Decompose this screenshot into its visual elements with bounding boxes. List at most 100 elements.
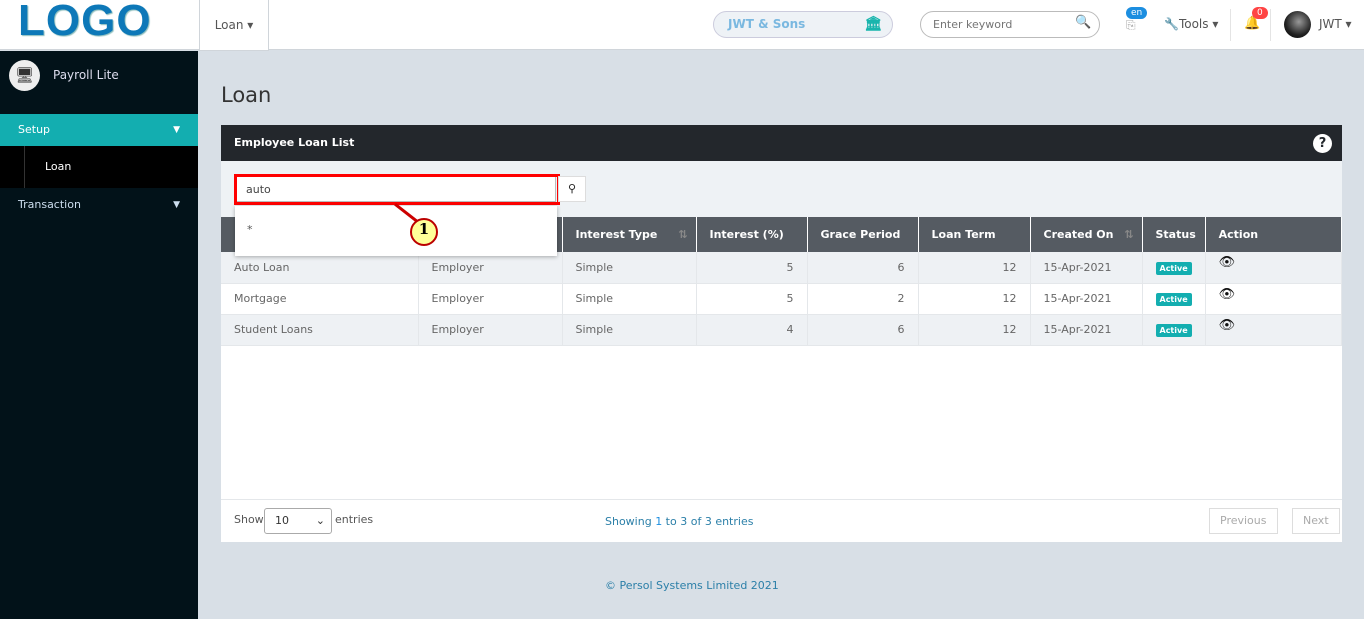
- info-text: to 3 of 3 entries: [662, 515, 754, 528]
- header-label: Interest Type: [575, 228, 658, 241]
- table-row: Mortgage Employer Simple 5 2 12 15-Apr-2021 Act…: [221, 283, 1343, 315]
- autocomplete-dropdown: *: [235, 206, 557, 256]
- column-header-interest-type[interactable]: Interest Type ⇅: [562, 217, 697, 252]
- table-cell: Employer: [418, 283, 563, 315]
- table-cell: 15-Apr-2021: [1030, 252, 1143, 284]
- top-bar: LOGO Loan ▾ JWT & Sons🏛 🔍 ⎘ en 🔧Tools ▾ …: [0, 0, 1364, 51]
- sort-icon[interactable]: ⇅: [1124, 228, 1133, 241]
- table-cell: Active: [1142, 314, 1206, 346]
- table-cell: 2: [807, 283, 919, 315]
- table-cell: 6: [807, 314, 919, 346]
- sidebar-item-label: Setup: [18, 123, 51, 136]
- loan-menu[interactable]: Loan ▾: [199, 0, 269, 51]
- eye-icon[interactable]: 👁: [1219, 255, 1236, 270]
- action-cell: 👁: [1205, 314, 1343, 346]
- show-label: Show: [234, 513, 264, 526]
- column-header-action: Action: [1205, 217, 1343, 252]
- user-name: JWT: [1319, 17, 1342, 31]
- table-cell: 12: [918, 252, 1031, 284]
- wrench-icon: 🔧: [1164, 17, 1179, 31]
- bank-icon: 🏛: [864, 16, 882, 32]
- info-text: Showing: [605, 515, 656, 528]
- action-cell: 👁: [1205, 283, 1343, 315]
- page-size-value: 10: [275, 514, 289, 527]
- table-cell: 15-Apr-2021: [1030, 283, 1143, 315]
- panel-title: Employee Loan List: [234, 136, 355, 149]
- language-icon[interactable]: ⎘: [1126, 18, 1136, 33]
- caret-down-icon: ▼: [173, 125, 180, 135]
- loan-list-panel: Employee Loan List? Interest Type ⇅ Inter…: [221, 125, 1343, 542]
- page-title: Loan: [221, 83, 272, 107]
- column-header-created-on[interactable]: Created On ⇅: [1030, 217, 1143, 252]
- notification-count: 0: [1252, 7, 1268, 19]
- sidebar-item-label: Loan: [45, 160, 72, 173]
- table-cell: 4: [696, 314, 808, 346]
- divider: [1230, 9, 1231, 41]
- status-badge: Active: [1155, 324, 1192, 337]
- previous-button[interactable]: Previous: [1209, 508, 1278, 534]
- help-icon[interactable]: ?: [1313, 134, 1332, 153]
- status-badge: Active: [1155, 293, 1192, 306]
- table-cell: Student Loans: [221, 314, 419, 346]
- eye-icon[interactable]: 👁: [1219, 318, 1236, 333]
- table-cell: Simple: [562, 252, 697, 284]
- company-name: JWT & Sons: [728, 17, 806, 31]
- table-row: Auto Loan Employer Simple 5 6 12 15-Apr-2021 Ac…: [221, 252, 1343, 284]
- sidebar-item-transaction[interactable]: Transaction ▼: [0, 188, 198, 222]
- user-menu[interactable]: JWT ▾: [1319, 17, 1352, 31]
- entries-label: entries: [335, 513, 374, 526]
- table-cell: Simple: [562, 283, 697, 315]
- column-header-interest[interactable]: Interest (%): [696, 217, 808, 252]
- sidebar-item-loan[interactable]: Loan: [0, 146, 198, 188]
- table-cell: Active: [1142, 283, 1206, 315]
- tools-label: Tools: [1178, 17, 1209, 31]
- search-icon: ⚲: [567, 182, 577, 195]
- table-footer: Show 10 ⌄ entries Showing 1 to 3 of 3 ent…: [221, 499, 1342, 542]
- filter-search-button[interactable]: ⚲: [558, 176, 586, 202]
- table-cell: 5: [696, 252, 808, 284]
- table-cell: Mortgage: [221, 283, 419, 315]
- sidebar: 🖥 Payroll Lite Setup ▼ Loan Transaction ▼: [0, 51, 198, 619]
- table-info: Showing 1 to 3 of 3 entries: [605, 515, 753, 528]
- table-cell: 5: [696, 283, 808, 315]
- panel-header: Employee Loan List?: [221, 125, 1342, 161]
- table-cell: 15-Apr-2021: [1030, 314, 1143, 346]
- monitor-icon: 🖥: [9, 60, 40, 91]
- search-input[interactable]: [920, 11, 1100, 38]
- logo: LOGO: [18, 0, 152, 45]
- page-size-select[interactable]: 10 ⌄: [264, 508, 332, 534]
- column-header-grace-period[interactable]: Grace Period: [807, 217, 919, 252]
- status-badge: Active: [1155, 261, 1192, 275]
- table-cell: Employer: [418, 252, 563, 284]
- table-cell: Active: [1142, 252, 1206, 284]
- company-selector[interactable]: JWT & Sons 🏛: [713, 11, 893, 38]
- sidebar-item-label: Transaction: [18, 198, 81, 211]
- action-cell: 👁: [1205, 252, 1343, 284]
- table-cell: Employer: [418, 314, 563, 346]
- copyright: © Persol Systems Limited 2021: [605, 579, 779, 592]
- table-cell: 6: [807, 252, 919, 284]
- autocomplete-option[interactable]: *: [247, 223, 253, 236]
- caret-down-icon: ▼: [173, 200, 180, 210]
- sidebar-item-setup[interactable]: Setup ▼: [0, 114, 198, 146]
- divider: [1270, 9, 1271, 41]
- column-header-loan-term[interactable]: Loan Term: [918, 217, 1031, 252]
- callout-marker: 1: [410, 218, 438, 246]
- highlight-box: [234, 174, 560, 205]
- eye-icon[interactable]: 👁: [1219, 287, 1236, 302]
- next-button[interactable]: Next: [1292, 508, 1340, 534]
- table-cell: Simple: [562, 314, 697, 346]
- loan-menu-label: Loan: [214, 18, 244, 32]
- table-cell: 12: [918, 283, 1031, 315]
- table-cell: Auto Loan: [221, 252, 419, 284]
- search-icon[interactable]: 🔍: [1075, 15, 1091, 30]
- tools-menu[interactable]: 🔧Tools ▾: [1164, 17, 1218, 31]
- sort-icon[interactable]: ⇅: [678, 228, 687, 241]
- avatar[interactable]: [1284, 11, 1311, 38]
- header-label: Created On: [1043, 228, 1114, 241]
- language-badge[interactable]: en: [1126, 7, 1148, 19]
- table-row: Student Loans Employer Simple 4 6 12 15-Apr-20…: [221, 314, 1343, 346]
- column-header-status[interactable]: Status: [1142, 217, 1206, 252]
- table-cell: 12: [918, 314, 1031, 346]
- chevron-down-icon: ⌄: [315, 514, 325, 527]
